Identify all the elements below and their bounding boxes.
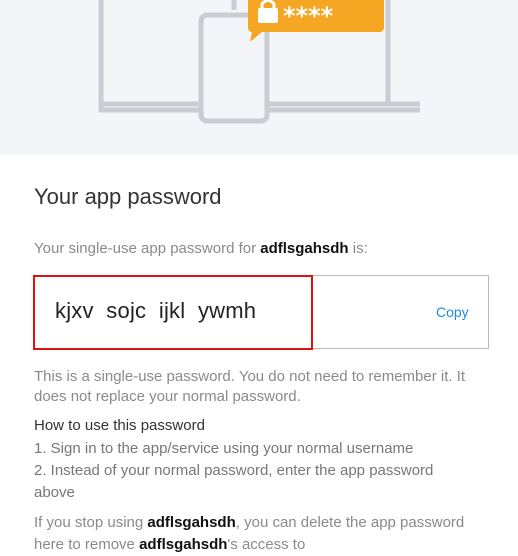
stop-account: adflsgahsdh [147, 514, 236, 531]
stop-part1: If you stop using [34, 514, 148, 531]
hero-illustration: **** [0, 0, 518, 155]
stop-using-text: If you stop using adflsgahsdh, you can d… [34, 512, 494, 556]
howto-step-1: 1. Sign in to the app/service using your… [34, 440, 414, 457]
page-title: Your app password [34, 184, 222, 209]
howto-step-2: 2. Instead of your normal password, ente… [34, 462, 434, 501]
copy-button[interactable]: Copy [436, 304, 469, 320]
stop-account-2: adflsgahsdh [139, 536, 228, 553]
single-use-note: This is a single-use password. You do no… [34, 368, 466, 405]
password-intro: Your single-use app password for adflsga… [34, 240, 368, 257]
badge-stars: **** [283, 2, 334, 30]
account-name: adflsgahsdh [260, 240, 349, 257]
howto-title: How to use this password [34, 417, 205, 434]
stop-part3: 's access to [227, 536, 306, 553]
intro-prefix: Your single-use app password for [34, 240, 261, 257]
intro-suffix: is: [348, 240, 368, 257]
device-illustration: **** [98, 0, 420, 124]
app-password-value[interactable]: kjxv sojc ijkl ywmh [55, 298, 256, 324]
